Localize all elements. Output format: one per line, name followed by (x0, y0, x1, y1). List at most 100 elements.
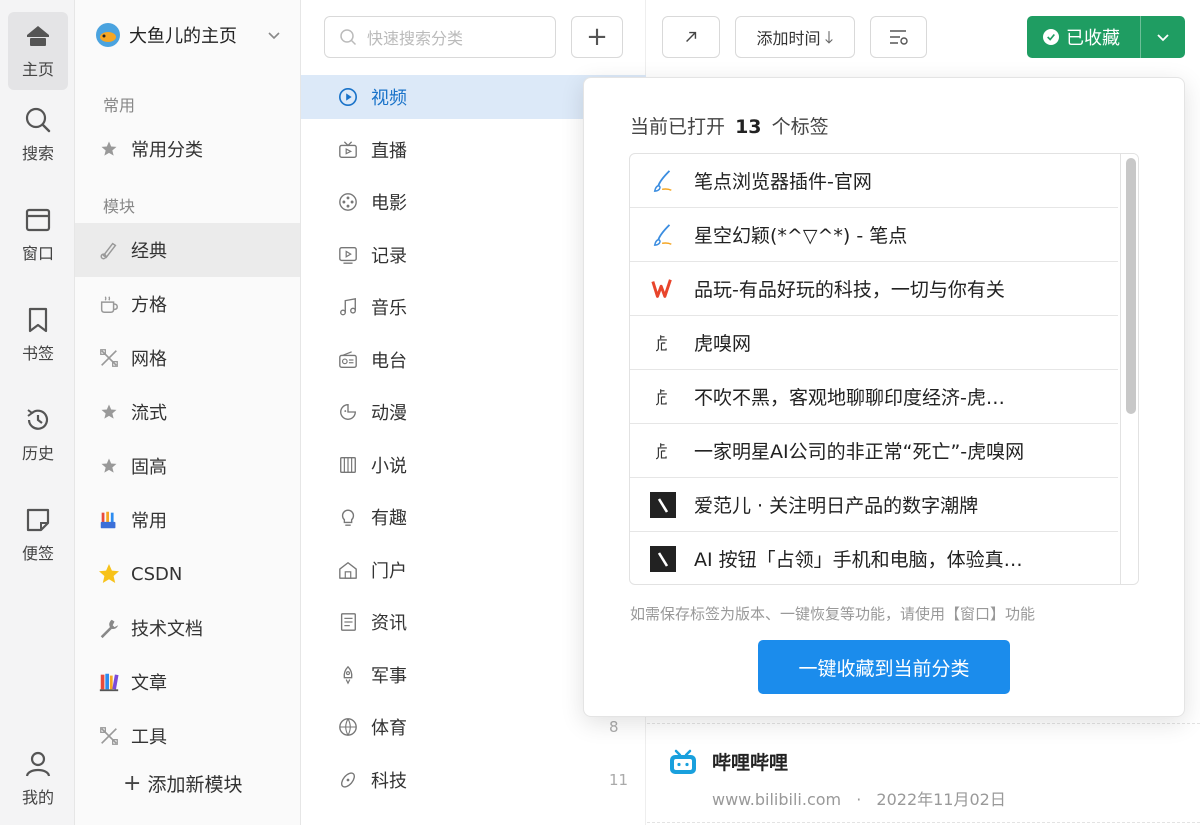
cup-icon (97, 292, 121, 316)
star-icon (97, 137, 121, 161)
module-item-label: 流式 (131, 403, 167, 424)
open-tab-title: 笔点浏览器插件-官网 (694, 171, 872, 193)
tabs-scrollbar[interactable] (1120, 154, 1138, 584)
category-item-label: 音乐 (371, 298, 407, 319)
chevron-down-icon (268, 32, 280, 40)
news-icon (337, 611, 359, 633)
add-category-button[interactable]: + (571, 16, 623, 58)
module-item-label: 固高 (131, 457, 167, 478)
open-tab-title: 一家明星AI公司的非正常“死亡”-虎嗅网 (694, 441, 1025, 463)
tabs-scrollbar-thumb[interactable] (1126, 158, 1136, 414)
left-rail: 主页 搜索 窗口 书签 历史 便签 我的 (0, 0, 75, 825)
open-tab-row[interactable]: 品玩-有品好玩的科技，一切与你有关 (630, 262, 1118, 316)
popup-heading-suffix: 个标签 (771, 116, 829, 138)
meta-separator: · (856, 790, 862, 809)
category-item-label: 记录 (371, 246, 407, 267)
book-icon (337, 454, 359, 476)
module-item-label: CSDN (131, 563, 183, 585)
open-tabs-list[interactable]: 笔点浏览器插件-官网 星空幻颖(*^▽^*) - 笔点 品玩-有品好玩的科技，一… (629, 153, 1139, 585)
row-divider (647, 723, 1200, 724)
open-tab-row[interactable]: 一家明星AI公司的非正常“死亡”-虎嗅网 (630, 424, 1118, 478)
rail-item-note[interactable]: 便签 (8, 496, 68, 574)
open-tab-row[interactable]: 不吹不黑，客观地聊聊印度经济-虎… (630, 370, 1118, 424)
module-item-common-category[interactable]: 常用分类 (75, 122, 300, 176)
rail-label: 我的 (21, 788, 54, 807)
bookmark-title: 哔哩哔哩 (712, 752, 789, 774)
rail-item-search[interactable]: 搜索 (8, 96, 68, 174)
arrow-up-right-icon (686, 31, 697, 42)
category-item-tech[interactable]: 科技 (301, 758, 646, 802)
ball-icon (337, 716, 359, 738)
category-item-label: 科技 (371, 771, 407, 792)
home-switcher[interactable]: 大鱼儿的主页 (95, 22, 280, 48)
module-item-label: 网格 (131, 349, 167, 370)
module-item-grid-square[interactable]: 方格 (75, 277, 300, 331)
user-icon (25, 751, 51, 777)
pencils-icon (97, 508, 121, 532)
home-title: 大鱼儿的主页 (129, 26, 237, 47)
rail-label: 书签 (21, 344, 54, 363)
brush-favicon-icon (650, 168, 676, 194)
bilibili-icon (670, 749, 696, 774)
saved-button[interactable]: 已收藏 (1027, 16, 1141, 58)
gold-star-icon (97, 562, 121, 586)
category-item-label: 小说 (371, 456, 407, 477)
search-placeholder: 快速搜索分类 (367, 29, 464, 48)
module-item-articles[interactable]: 文章 (75, 655, 300, 709)
open-tab-title: 爱范儿 · 关注明日产品的数字潮牌 (694, 495, 979, 517)
category-item-label: 门户 (371, 561, 407, 582)
list-settings-button[interactable] (870, 16, 927, 58)
search-icon (25, 107, 51, 133)
module-item-tools[interactable]: 工具 (75, 709, 300, 763)
module-item-classic[interactable]: 经典 (75, 223, 300, 277)
category-search-input[interactable]: 快速搜索分类 (324, 16, 556, 58)
tech-icon (337, 769, 359, 791)
module-item-frequent[interactable]: 常用 (75, 493, 300, 547)
radio-icon (337, 349, 359, 371)
module-item-tech-docs[interactable]: 技术文档 (75, 601, 300, 655)
module-item-fixed-height[interactable]: 固高 (75, 439, 300, 493)
open-tab-title: 品玩-有品好玩的科技，一切与你有关 (694, 279, 1005, 301)
open-tab-row[interactable]: 星空幻颖(*^▽^*) - 笔点 (630, 208, 1118, 262)
rail-item-bookmark[interactable]: 书签 (8, 296, 68, 374)
module-item-grid[interactable]: 网格 (75, 331, 300, 385)
module-item-label: 工具 (131, 727, 167, 748)
module-item-flow[interactable]: 流式 (75, 385, 300, 439)
open-tab-row[interactable]: AI 按钮「占领」手机和电脑，体验真… (630, 532, 1118, 584)
rail-item-window[interactable]: 窗口 (8, 196, 68, 274)
popup-heading-prefix: 当前已打开 (630, 116, 726, 138)
open-external-button[interactable] (662, 16, 720, 58)
list-settings-icon (889, 30, 908, 45)
add-module-button[interactable]: + 添加新模块 (123, 770, 242, 797)
bookmark-date: 2022年11月02日 (876, 790, 1006, 809)
plus-icon: + (586, 22, 608, 52)
rail-label: 搜索 (21, 144, 54, 163)
bulb-icon (337, 506, 359, 528)
plus-icon: + (123, 771, 142, 796)
check-circle-icon (1043, 29, 1059, 45)
rail-item-history[interactable]: 历史 (8, 396, 68, 474)
open-tab-row[interactable]: 虎嗅网 (630, 316, 1118, 370)
save-all-to-category-button[interactable]: 一键收藏到当前分类 (758, 640, 1010, 694)
open-tab-row[interactable]: 爱范儿 · 关注明日产品的数字潮牌 (630, 478, 1118, 532)
popup-heading: 当前已打开 13 个标签 (630, 112, 829, 139)
rail-item-profile[interactable]: 我的 (8, 740, 68, 818)
category-item-label: 体育 (371, 718, 407, 739)
chevron-down-icon (1157, 34, 1169, 42)
bookmark-meta: www.bilibili.com · 2022年11月02日 (712, 786, 1006, 810)
open-tab-row[interactable]: 笔点浏览器插件-官网 (630, 154, 1118, 208)
bookmark-icon (28, 307, 48, 333)
module-item-csdn[interactable]: CSDN (75, 547, 300, 601)
sort-by-time-button[interactable]: 添加时间 (735, 16, 855, 58)
open-tab-title: 不吹不黑，客观地聊聊印度经济-虎… (694, 387, 1005, 409)
play-icon (337, 86, 359, 108)
film-reel-icon (337, 191, 359, 213)
module-item-label: 常用分类 (131, 140, 203, 161)
window-icon (25, 208, 51, 232)
saved-dropdown-toggle[interactable] (1141, 30, 1185, 44)
category-item-label: 军事 (371, 666, 407, 687)
saved-split-button: 已收藏 (1027, 16, 1185, 58)
popup-note: 如需保存标签为版本、一键恢复等功能，请使用【窗口】功能 (630, 605, 1036, 623)
house-icon (337, 559, 359, 581)
rail-item-home[interactable]: 主页 (8, 12, 68, 90)
